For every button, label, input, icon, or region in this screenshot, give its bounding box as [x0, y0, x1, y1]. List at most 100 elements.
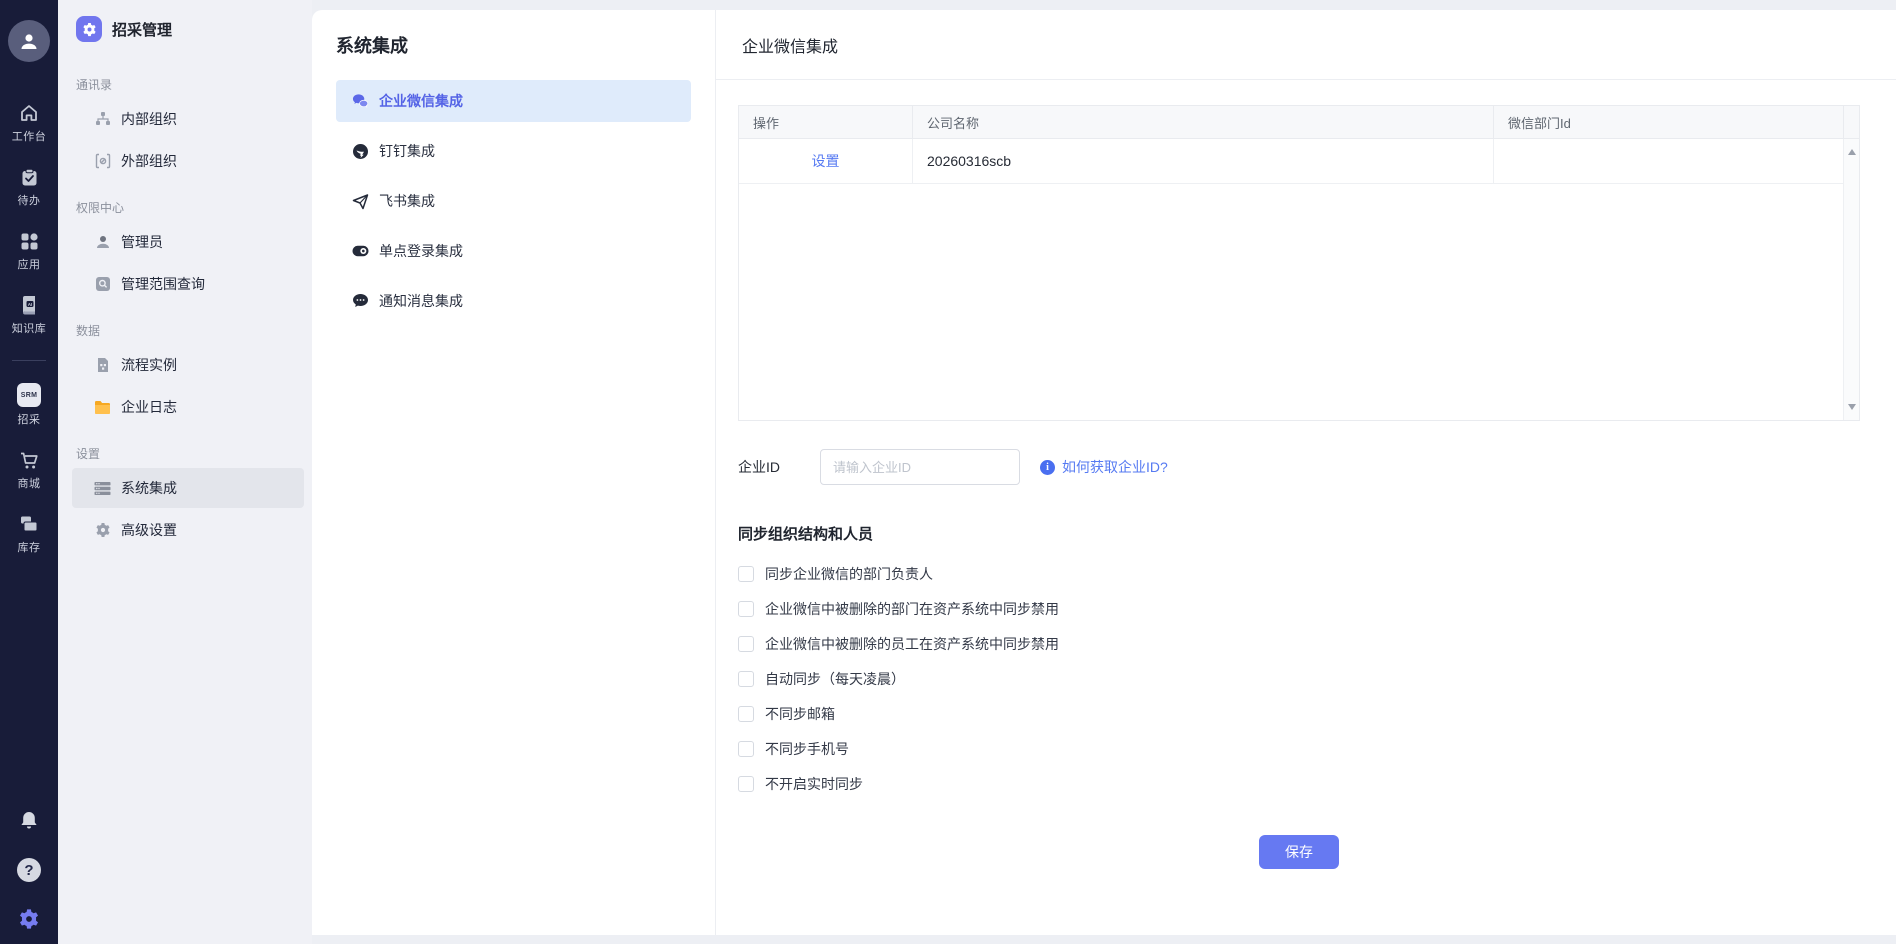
rail-item-mall[interactable]: 商城	[18, 449, 41, 491]
ai-knowledge-icon: AI	[18, 294, 40, 316]
checkbox-auto-sync[interactable]: 自动同步（每天凌晨）	[738, 669, 1860, 688]
main-content: 企业微信集成 操作 公司名称 微信部门Id 设置 20260316scb 企业I…	[716, 10, 1896, 935]
rail-label: 知识库	[11, 323, 47, 335]
checkbox-sync-dept-leader[interactable]: 同步企业微信的部门负责人	[738, 564, 1860, 583]
company-table: 操作 公司名称 微信部门Id 设置 20260316scb	[738, 105, 1860, 421]
checkbox-no-realtime-sync[interactable]: 不开启实时同步	[738, 774, 1860, 793]
rail-item-workbench[interactable]: 工作台	[12, 102, 47, 144]
sidebar-item-external-org[interactable]: 外部组织	[72, 141, 304, 181]
section-label-contacts: 通讯录	[76, 78, 113, 92]
checkbox-disable-deleted-dept[interactable]: 企业微信中被删除的部门在资产系统中同步禁用	[738, 599, 1860, 618]
person-icon	[18, 30, 40, 52]
home-icon	[18, 102, 40, 124]
user-avatar[interactable]	[8, 20, 50, 62]
checkbox[interactable]	[738, 705, 754, 722]
integration-list-icon	[94, 480, 111, 497]
checkbox-label: 企业微信中被删除的员工在资产系统中同步禁用	[765, 635, 1059, 652]
checkbox-label: 企业微信中被删除的部门在资产系统中同步禁用	[765, 600, 1059, 617]
rail-item-todo[interactable]: 待办	[18, 166, 41, 208]
app-rail: 工作台 待办 应用 AI 知识库 SRM 招采 商城 库存 ?	[0, 0, 58, 944]
sidebar-item-label: 内部组织	[121, 111, 177, 127]
sidebar-item-process-instances[interactable]: 流程实例	[72, 345, 304, 385]
rail-label: 工作台	[11, 131, 47, 143]
rail-item-knowledge[interactable]: AI 知识库	[12, 294, 47, 336]
sidebar-item-company-logs[interactable]: 企业日志	[72, 387, 304, 427]
srm-badge-icon: SRM	[17, 383, 41, 407]
help-icon[interactable]: ?	[17, 858, 41, 882]
checkbox[interactable]	[738, 775, 754, 792]
menu-item-wechat-work[interactable]: 企业微信集成	[336, 80, 691, 122]
rail-divider	[12, 360, 46, 361]
corp-id-row: 企业ID i 如何获取企业ID?	[738, 449, 1860, 485]
menu-item-label: 钉钉集成	[379, 143, 435, 159]
checkbox-no-sync-email[interactable]: 不同步邮箱	[738, 704, 1860, 723]
panel-title: 系统集成	[336, 36, 408, 56]
sidebar-item-admin[interactable]: 管理员	[72, 222, 304, 262]
checkbox-no-sync-phone[interactable]: 不同步手机号	[738, 739, 1860, 758]
rail-label: 招采	[17, 414, 41, 426]
sidebar-item-system-integration[interactable]: 系统集成	[72, 468, 304, 508]
inventory-icon	[18, 513, 40, 535]
column-header-company: 公司名称	[913, 106, 1494, 138]
sync-section-heading: 同步组织结构和人员	[738, 526, 874, 543]
rail-item-inventory[interactable]: 库存	[18, 513, 41, 555]
corp-id-help[interactable]: i 如何获取企业ID?	[1040, 457, 1168, 477]
page-title: 企业微信集成	[716, 10, 1896, 80]
save-button[interactable]: 保存	[1259, 835, 1339, 869]
menu-item-label: 企业微信集成	[379, 93, 463, 109]
checkbox[interactable]	[738, 740, 754, 757]
scroll-down-icon[interactable]	[1847, 404, 1856, 410]
sidebar-item-scope-query[interactable]: 管理范围查询	[72, 264, 304, 304]
info-icon: i	[1040, 459, 1055, 475]
bell-icon[interactable]	[18, 810, 40, 832]
section-label-permissions: 权限中心	[76, 201, 125, 215]
module-sidebar: 招采管理 通讯录 内部组织 外部组织 权限中心 管理员 管理范围查询 数据 流程…	[58, 0, 312, 944]
how-to-get-corp-id-link[interactable]: 如何获取企业ID?	[1062, 457, 1168, 477]
section-label-data: 数据	[76, 324, 101, 338]
cart-icon	[18, 449, 40, 471]
app-title: 招采管理	[112, 21, 173, 39]
rail-label: 商城	[17, 478, 41, 490]
checkbox[interactable]	[738, 600, 754, 617]
rail-label: 应用	[17, 259, 41, 271]
apps-grid-icon	[18, 230, 40, 252]
company-name-cell: 20260316scb	[913, 139, 1494, 184]
checkbox-disable-deleted-employee[interactable]: 企业微信中被删除的员工在资产系统中同步禁用	[738, 634, 1860, 653]
corp-id-input[interactable]	[820, 449, 1020, 485]
table-row: 设置 20260316scb	[739, 139, 1859, 184]
checkbox[interactable]	[738, 635, 754, 652]
checkbox-label: 不同步手机号	[765, 740, 849, 757]
corp-id-label: 企业ID	[738, 459, 780, 475]
menu-item-label: 单点登录集成	[379, 243, 463, 259]
checkbox[interactable]	[738, 565, 754, 582]
feishu-plane-icon	[352, 193, 369, 210]
rail-item-srm[interactable]: SRM 招采	[17, 383, 41, 427]
sidebar-item-label: 管理员	[121, 234, 163, 250]
checkbox[interactable]	[738, 670, 754, 687]
todo-clipboard-icon	[18, 166, 40, 188]
sidebar-item-advanced-settings[interactable]: 高级设置	[72, 510, 304, 550]
menu-item-feishu[interactable]: 飞书集成	[336, 180, 691, 222]
menu-item-dingtalk[interactable]: 钉钉集成	[336, 130, 691, 172]
table-scrollbar[interactable]	[1843, 139, 1859, 420]
external-org-icon	[94, 153, 111, 170]
svg-text:AI: AI	[28, 302, 33, 307]
sidebar-item-label: 流程实例	[121, 357, 177, 373]
rail-item-apps[interactable]: 应用	[18, 230, 41, 272]
sidebar-item-label: 外部组织	[121, 153, 177, 169]
sidebar-item-label: 管理范围查询	[121, 276, 205, 292]
menu-item-notifications[interactable]: 通知消息集成	[336, 280, 691, 322]
scroll-up-icon[interactable]	[1847, 149, 1856, 155]
settings-link[interactable]: 设置	[812, 151, 840, 171]
section-label-settings: 设置	[76, 447, 101, 461]
menu-item-sso[interactable]: 单点登录集成	[336, 230, 691, 272]
column-header-action: 操作	[739, 106, 913, 138]
folder-icon	[94, 399, 111, 416]
scope-search-icon	[94, 276, 111, 293]
sidebar-item-label: 企业日志	[121, 399, 177, 415]
checkbox-label: 不开启实时同步	[765, 775, 863, 792]
sidebar-item-label: 高级设置	[121, 522, 177, 538]
gear-icon[interactable]	[18, 908, 40, 930]
app-header: 招采管理	[58, 16, 312, 42]
sidebar-item-internal-org[interactable]: 内部组织	[72, 99, 304, 139]
